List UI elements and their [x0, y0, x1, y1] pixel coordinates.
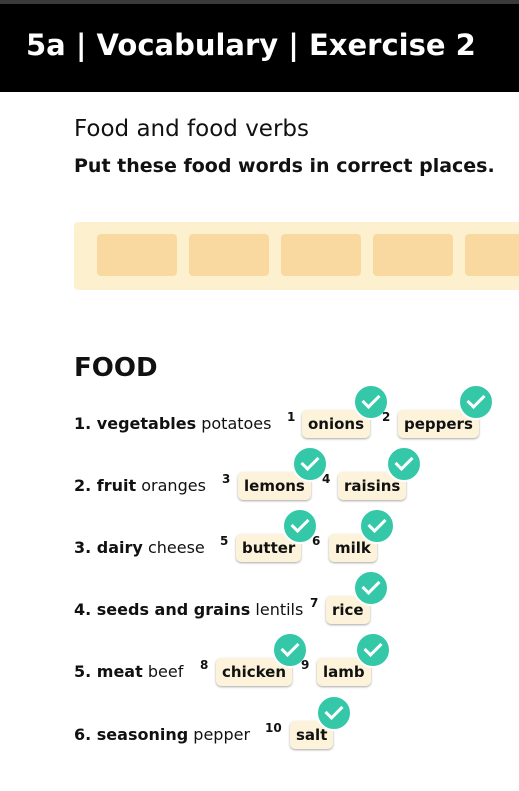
- check-circle-icon: [458, 384, 494, 420]
- category-label: 3. dairy: [74, 538, 143, 557]
- check-circle-icon: [316, 695, 352, 731]
- gap-number: 10: [265, 721, 282, 735]
- category-line: 2. fruit oranges: [74, 476, 206, 495]
- category-line: 6. seasoning pepper: [74, 725, 250, 744]
- word-bank-slot[interactable]: [373, 234, 453, 276]
- category-label: 5. meat: [74, 662, 143, 681]
- instruction-text: Put these food words in correct places.: [74, 155, 495, 177]
- category-line: 4. seeds and grains lentils: [74, 600, 303, 619]
- word-bank-tray: [74, 222, 519, 290]
- word-bank-slot[interactable]: [281, 234, 361, 276]
- category-example: lentils: [255, 600, 304, 619]
- gap-number: 1: [287, 410, 296, 424]
- category-example: cheese: [147, 538, 205, 557]
- category-line: 5. meat beef: [74, 662, 183, 681]
- category-line: 1. vegetables potatoes: [74, 414, 271, 433]
- check-circle-icon: [353, 570, 389, 606]
- gap-number: 8: [200, 658, 209, 672]
- category-example: beef: [147, 662, 184, 681]
- check-circle-icon: [386, 446, 422, 482]
- page-title: 5a | Vocabulary | Exercise 2: [26, 28, 476, 62]
- gap-number: 9: [301, 658, 310, 672]
- category-label: 6. seasoning: [74, 725, 189, 744]
- word-bank-slot[interactable]: [97, 234, 177, 276]
- check-circle-icon: [359, 508, 395, 544]
- category-label: 1. vegetables: [74, 414, 197, 433]
- word-bank-slot[interactable]: [465, 234, 519, 276]
- category-example: potatoes: [201, 414, 272, 433]
- gap-number: 5: [220, 534, 229, 548]
- gap-number: 7: [310, 596, 319, 610]
- gap-number: 2: [382, 410, 391, 424]
- check-circle-icon: [355, 632, 391, 668]
- header-bar: 5a | Vocabulary | Exercise 2: [0, 4, 519, 92]
- category-heading: FOOD: [74, 353, 158, 383]
- gap-number: 3: [222, 472, 231, 486]
- gap-number: 4: [322, 472, 331, 486]
- category-example: oranges: [141, 476, 206, 495]
- category-line: 3. dairy cheese: [74, 538, 205, 557]
- section-title: Food and food verbs: [74, 116, 309, 142]
- category-example: pepper: [193, 725, 251, 744]
- word-bank-slot[interactable]: [189, 234, 269, 276]
- category-label: 4. seeds and grains: [74, 600, 251, 619]
- category-label: 2. fruit: [74, 476, 137, 495]
- gap-number: 6: [312, 534, 321, 548]
